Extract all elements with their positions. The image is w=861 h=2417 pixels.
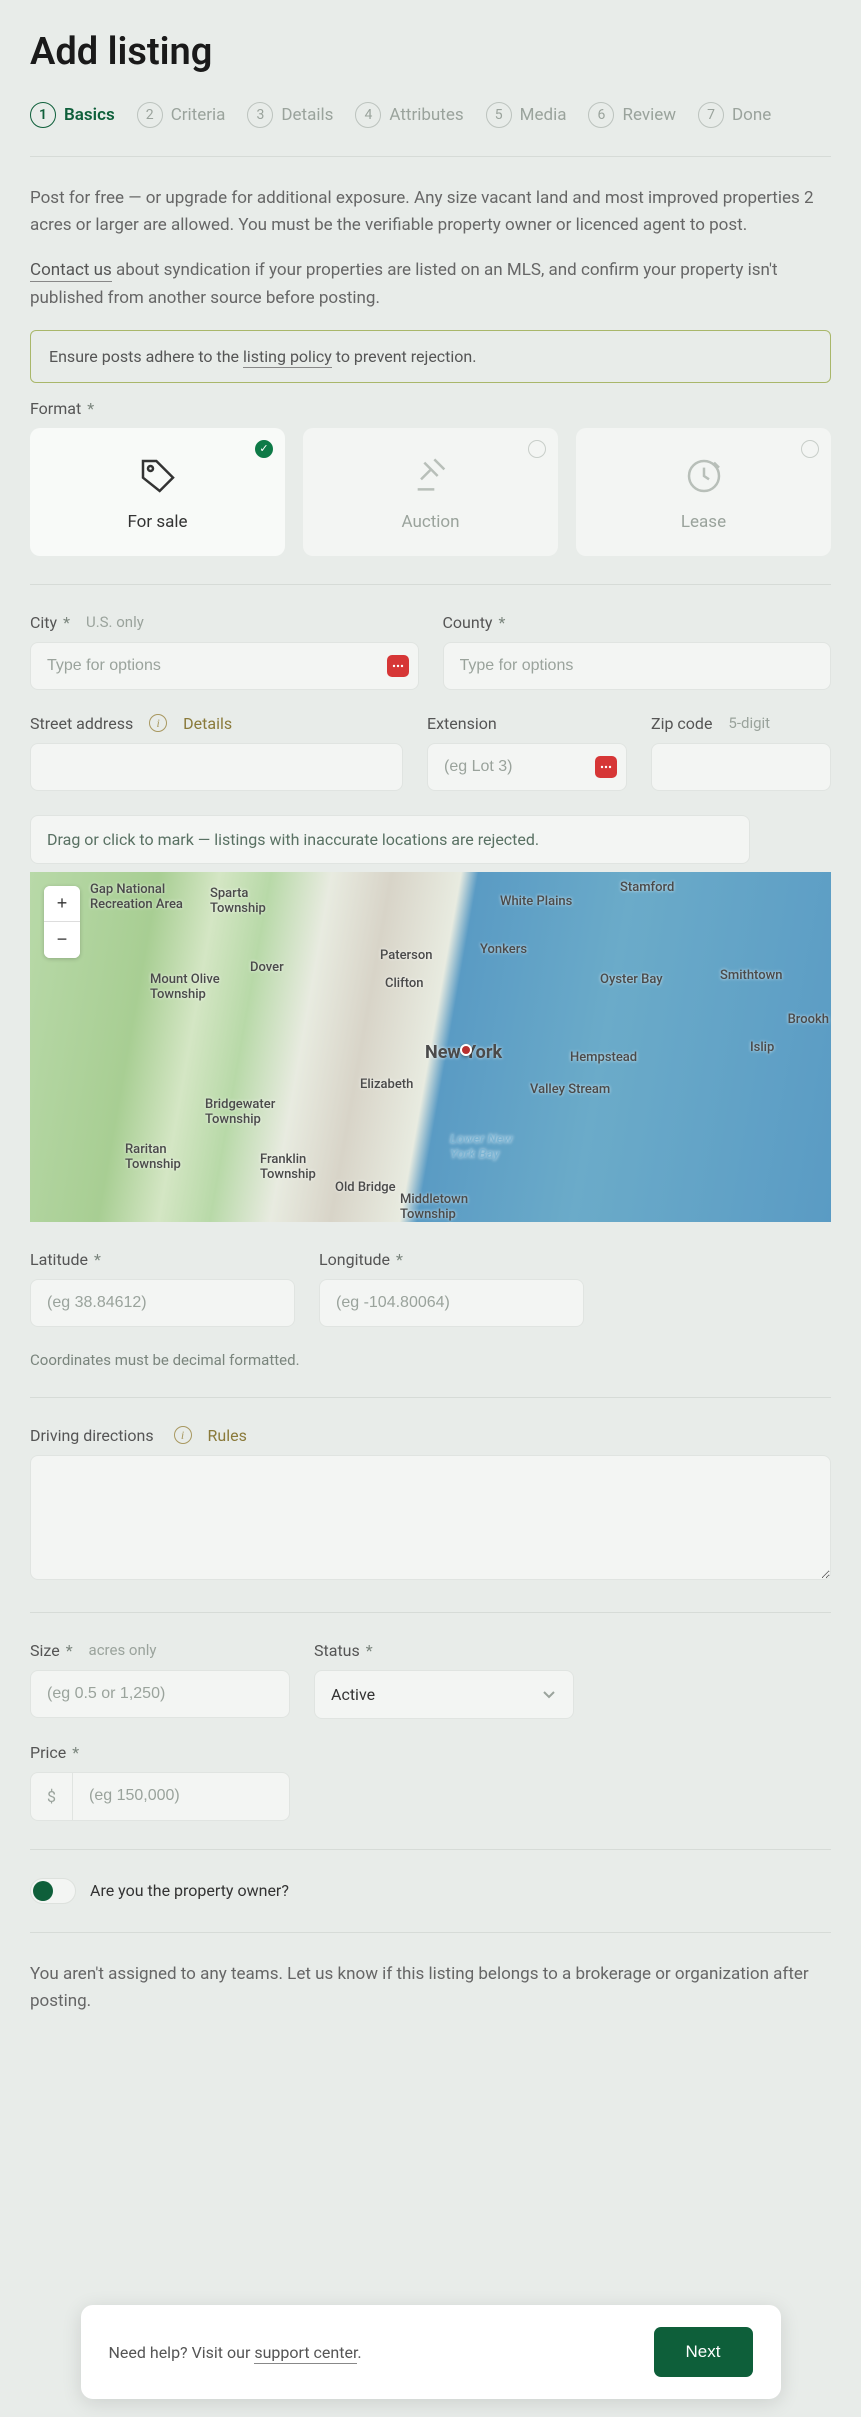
map-label: Raritan Township	[125, 1142, 181, 1172]
map-label: Elizabeth	[360, 1077, 413, 1092]
divider	[30, 584, 831, 585]
owner-question: Are you the property owner?	[90, 1881, 289, 1900]
owner-toggle[interactable]	[30, 1878, 76, 1904]
format-auction[interactable]: Auction	[303, 428, 558, 556]
map-label: Gap National Recreation Area	[90, 882, 183, 912]
zip-label: Zip code 5-digit	[651, 714, 831, 733]
map-label: Oyster Bay	[600, 972, 663, 987]
policy-notice: Ensure posts adhere to the listing polic…	[30, 330, 831, 383]
longitude-input[interactable]	[319, 1279, 584, 1327]
map-zoom-in[interactable]: +	[44, 886, 80, 922]
footer-help: Need help? Visit our support center.	[109, 2343, 362, 2362]
size-input[interactable]	[30, 1670, 290, 1718]
street-input[interactable]	[30, 743, 403, 791]
map-label: Islip	[750, 1040, 774, 1055]
size-label: Size * acres only	[30, 1641, 290, 1660]
tag-icon	[138, 456, 178, 496]
autofill-icon[interactable]	[387, 655, 409, 677]
map-label: Old Bridge	[335, 1180, 396, 1195]
map-label: Paterson	[380, 948, 432, 963]
step-criteria[interactable]: 2Criteria	[137, 102, 226, 128]
county-label: County*	[443, 613, 832, 632]
contact-link[interactable]: Contact us	[30, 260, 112, 282]
map-label: Franklin Township	[260, 1152, 316, 1182]
intro-text-1: Post for free — or upgrade for additiona…	[30, 185, 831, 239]
teams-note: You aren't assigned to any teams. Let us…	[30, 1961, 831, 2015]
map-label: Yonkers	[480, 942, 527, 957]
autofill-icon[interactable]	[595, 756, 617, 778]
divider	[30, 1612, 831, 1613]
map-label: Mount Olive Township	[150, 972, 220, 1002]
next-button[interactable]: Next	[654, 2327, 753, 2377]
map-label: Brookh	[788, 1012, 829, 1027]
divider	[30, 156, 831, 157]
check-icon: ✓	[255, 440, 273, 458]
longitude-label: Longitude *	[319, 1250, 584, 1269]
intro-text-2: Contact us about syndication if your pro…	[30, 257, 831, 311]
format-label: Format*	[30, 399, 831, 418]
format-lease[interactable]: Lease	[576, 428, 831, 556]
map-label: Hempstead	[570, 1050, 637, 1065]
price-label: Price *	[30, 1743, 831, 1762]
listing-policy-link[interactable]: listing policy	[243, 347, 332, 368]
price-input[interactable]	[72, 1772, 290, 1821]
map-zoom: + −	[44, 886, 80, 958]
info-icon[interactable]: i	[149, 714, 167, 732]
latitude-input[interactable]	[30, 1279, 295, 1327]
radio-icon	[528, 440, 546, 458]
latitude-label: Latitude *	[30, 1250, 295, 1269]
city-label: City* U.S. only	[30, 613, 419, 632]
divider	[30, 1932, 831, 1933]
status-label: Status *	[314, 1641, 574, 1660]
step-attributes[interactable]: 4Attributes	[355, 102, 463, 128]
clock-icon	[684, 456, 724, 496]
driving-label: Driving directions i Rules	[30, 1426, 831, 1445]
map-hint: Drag or click to mark — listings with in…	[30, 815, 750, 864]
divider	[30, 1849, 831, 1850]
map-label: Bridgewater Township	[205, 1097, 275, 1127]
step-nav: 1Basics 2Criteria 3Details 4Attributes 5…	[30, 102, 831, 128]
step-basics[interactable]: 1Basics	[30, 102, 115, 128]
support-center-link[interactable]: support center	[254, 2343, 357, 2364]
map-label: White Plains	[500, 894, 572, 909]
price-prefix: $	[30, 1772, 72, 1821]
zip-input[interactable]	[651, 743, 831, 791]
map-label: Sparta Township	[210, 886, 266, 916]
map[interactable]: + − Gap National Recreation Area Sparta …	[30, 872, 831, 1222]
map-label: Middletown Township	[400, 1192, 468, 1222]
driving-rules-link[interactable]: Rules	[208, 1426, 247, 1445]
map-label: Clifton	[385, 976, 424, 991]
street-label: Street address i Details	[30, 714, 403, 733]
map-label: Stamford	[620, 880, 674, 895]
map-pin[interactable]	[460, 1044, 472, 1056]
toggle-knob	[33, 1881, 53, 1901]
county-input[interactable]	[443, 642, 832, 690]
step-details[interactable]: 3Details	[247, 102, 333, 128]
coord-footnote: Coordinates must be decimal formatted.	[30, 1351, 831, 1369]
map-label: Lower New York Bay	[450, 1132, 513, 1162]
step-media[interactable]: 5Media	[486, 102, 567, 128]
city-input[interactable]	[30, 642, 419, 690]
info-icon[interactable]: i	[174, 1426, 192, 1444]
street-details-link[interactable]: Details	[183, 714, 232, 733]
driving-textarea[interactable]	[30, 1455, 831, 1580]
page-title: Add listing	[30, 30, 831, 74]
chevron-down-icon	[541, 1686, 557, 1702]
status-select[interactable]: Active	[314, 1670, 574, 1719]
radio-icon	[801, 440, 819, 458]
footer-bar: Need help? Visit our support center. Nex…	[81, 2305, 781, 2399]
map-label: Dover	[250, 960, 284, 975]
gavel-icon	[411, 456, 451, 496]
divider	[30, 1397, 831, 1398]
map-label: Smithtown	[720, 968, 783, 983]
extension-label: Extension	[427, 714, 627, 733]
format-for-sale[interactable]: ✓ For sale	[30, 428, 285, 556]
map-zoom-out[interactable]: −	[44, 922, 80, 958]
step-done[interactable]: 7Done	[698, 102, 771, 128]
map-label: Valley Stream	[530, 1082, 610, 1097]
step-review[interactable]: 6Review	[588, 102, 676, 128]
